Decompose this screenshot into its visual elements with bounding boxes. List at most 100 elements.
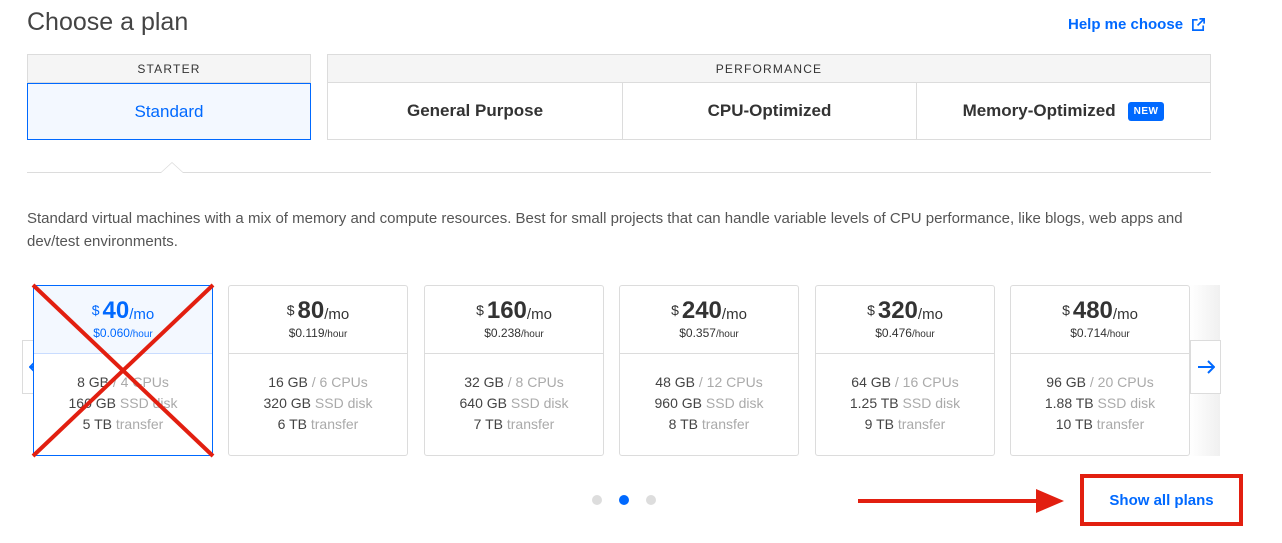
spec-transfer: 7 TB <box>473 416 503 432</box>
plan-card[interactable]: $ 40 /mo $0.060/hour 8 GB / 4 CPUs 160 G… <box>33 285 213 456</box>
spec-disk: 1.88 TB <box>1044 395 1094 411</box>
plan-specs: 16 GB / 6 CPUs 320 GB SSD disk 6 TB tran… <box>229 354 407 435</box>
plan-price: $ 240 /mo $0.357/hour <box>620 286 798 354</box>
currency-symbol: $ <box>476 302 484 318</box>
plan-price: $ 160 /mo $0.238/hour <box>425 286 603 354</box>
carousel-pagination <box>592 495 656 505</box>
spec-cpus: / 4 CPUs <box>112 374 169 390</box>
spec-cpus: / 8 CPUs <box>507 374 564 390</box>
spec-memory: 64 GB <box>851 374 891 390</box>
spec-disk-label: SSD disk <box>1097 395 1156 411</box>
spec-transfer-label: transfer <box>897 416 946 432</box>
price-period: /mo <box>526 306 552 323</box>
spec-disk: 320 GB <box>263 395 311 411</box>
spec-disk-label: SSD disk <box>510 395 569 411</box>
price-period: /mo <box>1112 306 1138 323</box>
price-amount: 320 <box>877 297 918 324</box>
help-link-label: Help me choose <box>1068 16 1184 33</box>
spec-disk: 960 GB <box>654 395 702 411</box>
plan-card[interactable]: $ 80 /mo $0.119/hour 16 GB / 6 CPUs 320 … <box>228 285 408 456</box>
tab-cpu-optimized[interactable]: CPU-Optimized <box>622 83 916 139</box>
spec-transfer-label: transfer <box>506 416 555 432</box>
carousel-dot-1[interactable] <box>592 495 602 505</box>
hourly-price: $0.060/hour <box>34 326 212 340</box>
price-period: /mo <box>721 306 747 323</box>
spec-transfer: 10 TB <box>1055 416 1093 432</box>
price-period: /mo <box>129 306 155 323</box>
spec-memory: 48 GB <box>655 374 695 390</box>
tab-memory-optimized[interactable]: Memory-Optimized NEW <box>916 83 1210 139</box>
spec-disk: 640 GB <box>459 395 507 411</box>
monthly-price: $ 480 /mo <box>1011 298 1189 324</box>
tab-general-purpose[interactable]: General Purpose <box>328 83 622 139</box>
spec-disk-row: 1.88 TB SSD disk <box>1011 393 1189 414</box>
spec-memory-cpu: 8 GB / 4 CPUs <box>34 372 212 393</box>
spec-transfer: 8 TB <box>668 416 698 432</box>
price-amount: 80 <box>297 297 325 324</box>
help-me-choose-link[interactable]: Help me choose <box>1068 16 1206 33</box>
hourly-amount: $0.476 <box>875 326 912 340</box>
carousel-dot-3[interactable] <box>646 495 656 505</box>
monthly-price: $ 240 /mo <box>620 298 798 324</box>
hourly-unit: /hour <box>324 329 348 340</box>
plan-card[interactable]: $ 480 /mo $0.714/hour 96 GB / 20 CPUs 1.… <box>1010 285 1190 456</box>
currency-symbol: $ <box>671 302 679 318</box>
spec-transfer-label: transfer <box>115 416 164 432</box>
spec-disk-row: 1.25 TB SSD disk <box>816 393 994 414</box>
plan-description: Standard virtual machines with a mix of … <box>27 210 1183 250</box>
plan-price: $ 80 /mo $0.119/hour <box>229 286 407 354</box>
tab-memory-optimized-label: Memory-Optimized <box>962 101 1116 120</box>
spec-cpus: / 12 CPUs <box>698 374 763 390</box>
active-tab-pointer <box>160 162 184 173</box>
hourly-amount: $0.119 <box>288 326 325 340</box>
plan-card[interactable]: $ 320 /mo $0.476/hour 64 GB / 16 CPUs 1.… <box>815 285 995 456</box>
spec-disk-row: 160 GB SSD disk <box>34 393 212 414</box>
monthly-price: $ 80 /mo <box>229 298 407 324</box>
hourly-price: $0.714/hour <box>1011 326 1189 340</box>
external-link-icon <box>1192 18 1206 31</box>
hourly-unit: /hour <box>911 329 935 340</box>
divider <box>27 172 1211 173</box>
carousel-dot-2[interactable] <box>619 495 629 505</box>
tab-standard[interactable]: Standard <box>27 83 311 140</box>
hourly-amount: $0.714 <box>1070 326 1107 340</box>
spec-disk: 160 GB <box>68 395 116 411</box>
currency-symbol: $ <box>1062 302 1070 318</box>
tab-general-purpose-label: General Purpose <box>406 101 544 120</box>
price-amount: 40 <box>102 297 130 324</box>
spec-disk-label: SSD disk <box>314 395 373 411</box>
spec-disk-row: 640 GB SSD disk <box>425 393 603 414</box>
spec-memory-cpu: 48 GB / 12 CPUs <box>620 372 798 393</box>
spec-transfer-row: 7 TB transfer <box>425 414 603 435</box>
currency-symbol: $ <box>286 302 295 318</box>
spec-disk-label: SSD disk <box>119 395 178 411</box>
spec-transfer-row: 9 TB transfer <box>816 414 994 435</box>
new-badge: NEW <box>1127 101 1165 121</box>
page-title: Choose a plan <box>27 8 189 36</box>
monthly-price: $ 320 /mo <box>816 298 994 324</box>
plan-card[interactable]: $ 240 /mo $0.357/hour 48 GB / 12 CPUs 96… <box>619 285 799 456</box>
plan-specs: 96 GB / 20 CPUs 1.88 TB SSD disk 10 TB t… <box>1011 354 1189 435</box>
spec-disk-row: 960 GB SSD disk <box>620 393 798 414</box>
tab-cpu-optimized-label: CPU-Optimized <box>707 101 832 120</box>
spec-memory-cpu: 96 GB / 20 CPUs <box>1011 372 1189 393</box>
spec-cpus: / 20 CPUs <box>1089 374 1154 390</box>
spec-memory-cpu: 32 GB / 8 CPUs <box>425 372 603 393</box>
spec-transfer-row: 5 TB transfer <box>34 414 212 435</box>
spec-disk-label: SSD disk <box>902 395 961 411</box>
spec-transfer: 6 TB <box>277 416 307 432</box>
spec-transfer-row: 6 TB transfer <box>229 414 407 435</box>
plan-price: $ 480 /mo $0.714/hour <box>1011 286 1189 354</box>
hourly-amount: $0.357 <box>679 326 716 340</box>
hourly-amount: $0.060 <box>93 326 130 340</box>
price-period: /mo <box>917 306 943 323</box>
tab-standard-label: Standard <box>134 101 204 121</box>
plan-card[interactable]: $ 160 /mo $0.238/hour 32 GB / 8 CPUs 640… <box>424 285 604 456</box>
hourly-unit: /hour <box>715 329 739 340</box>
hourly-unit: /hour <box>520 329 544 340</box>
spec-memory-cpu: 16 GB / 6 CPUs <box>229 372 407 393</box>
carousel-next-button[interactable] <box>1190 340 1221 394</box>
spec-memory: 96 GB <box>1046 374 1086 390</box>
spec-disk-row: 320 GB SSD disk <box>229 393 407 414</box>
show-all-plans-button[interactable]: Show all plans <box>1082 476 1241 524</box>
